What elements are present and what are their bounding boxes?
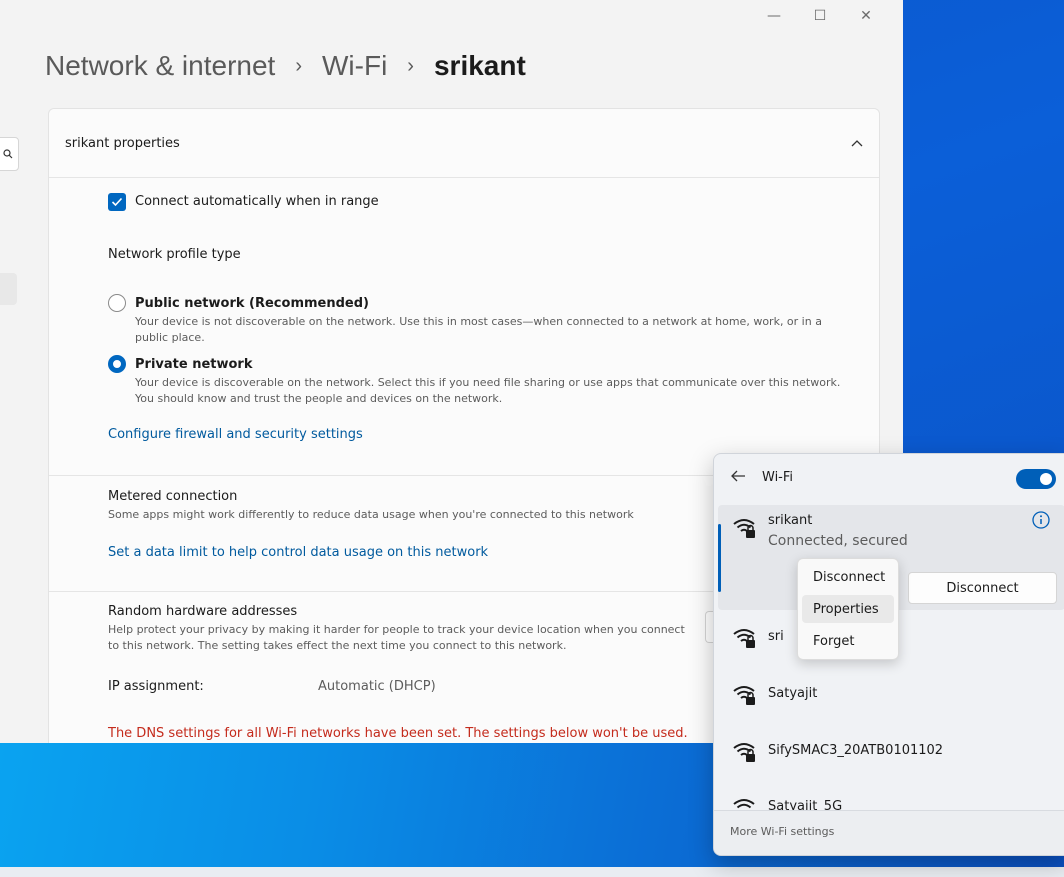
public-network-label: Public network (Recommended) [135, 296, 369, 311]
random-hw-desc-1: Help protect your privacy by making it h… [108, 623, 685, 636]
wifi-flyout-header: Wi-Fi [714, 454, 1064, 504]
dns-warning: The DNS settings for all Wi-Fi networks … [108, 726, 688, 741]
wifi-secured-icon [733, 686, 755, 705]
selection-indicator [718, 524, 721, 592]
wifi-secured-icon [733, 743, 755, 762]
private-network-label: Private network [135, 357, 253, 372]
sidebar-item-selected[interactable] [0, 273, 17, 305]
disconnect-button[interactable]: Disconnect [908, 572, 1057, 604]
network-name[interactable]: sri [768, 629, 784, 644]
info-icon[interactable] [1032, 511, 1050, 533]
random-hw-desc-2: to this network. The setting takes effec… [108, 639, 567, 652]
context-menu-disconnect[interactable]: Disconnect [802, 563, 894, 591]
properties-card-header[interactable]: srikant properties [49, 109, 879, 178]
back-arrow-icon[interactable] [730, 468, 746, 487]
chevron-right-icon: › [407, 54, 414, 77]
network-name[interactable]: Satyajit [768, 686, 817, 701]
properties-card-title: srikant properties [65, 135, 180, 151]
close-button[interactable]: ✕ [843, 4, 889, 28]
wifi-secured-icon [733, 519, 755, 538]
chevron-right-icon: › [295, 54, 302, 77]
context-menu-properties[interactable]: Properties [802, 595, 894, 623]
page-title: srikant [433, 50, 526, 81]
network-name[interactable]: SifySMAC3_20ATB0101102 [768, 743, 943, 758]
connect-automatically-label: Connect automatically when in range [135, 194, 379, 209]
random-hw-title: Random hardware addresses [108, 604, 298, 619]
ip-assignment-label: IP assignment: [108, 679, 204, 694]
context-menu: Disconnect Properties Forget [797, 558, 899, 660]
context-menu-forget[interactable]: Forget [802, 627, 894, 655]
ip-assignment-value: Automatic (DHCP) [318, 679, 436, 694]
data-limit-link[interactable]: Set a data limit to help control data us… [108, 545, 488, 560]
breadcrumb: Network & internet › Wi-Fi › srikant [45, 50, 526, 82]
wifi-flyout-title: Wi-Fi [762, 470, 794, 485]
connect-automatically-checkbox[interactable] [108, 193, 126, 211]
public-network-desc-1: Your device is not discoverable on the n… [135, 315, 822, 328]
maximize-button[interactable]: ☐ [797, 4, 843, 28]
public-network-radio[interactable] [108, 294, 126, 312]
breadcrumb-network-internet[interactable]: Network & internet [45, 50, 275, 82]
chevron-up-icon[interactable] [851, 135, 863, 151]
more-wifi-settings-link[interactable]: More Wi-Fi settings [730, 825, 834, 838]
wifi-flyout-footer: More Wi-Fi settings [714, 810, 1064, 855]
window-controls: — ☐ ✕ [751, 4, 889, 28]
search-icon[interactable] [0, 137, 19, 171]
minimize-button[interactable]: — [751, 4, 797, 28]
network-status: Connected, secured [768, 533, 908, 549]
wifi-toggle[interactable] [1016, 469, 1056, 489]
profile-section: Connect automatically when in range Netw… [49, 177, 879, 476]
firewall-settings-link[interactable]: Configure firewall and security settings [108, 427, 363, 442]
metered-title: Metered connection [108, 489, 238, 504]
private-network-radio[interactable] [108, 355, 126, 373]
taskbar [0, 867, 1064, 877]
metered-desc: Some apps might work differently to redu… [108, 508, 634, 521]
profile-type-heading: Network profile type [108, 247, 241, 262]
private-network-desc-1: Your device is discoverable on the netwo… [135, 376, 841, 389]
wifi-secured-icon [733, 629, 755, 648]
public-network-desc-2: public place. [135, 331, 205, 344]
breadcrumb-wifi[interactable]: Wi-Fi [322, 50, 387, 82]
private-network-desc-2: You should know and trust the people and… [135, 392, 503, 405]
network-name: srikant [768, 513, 813, 528]
